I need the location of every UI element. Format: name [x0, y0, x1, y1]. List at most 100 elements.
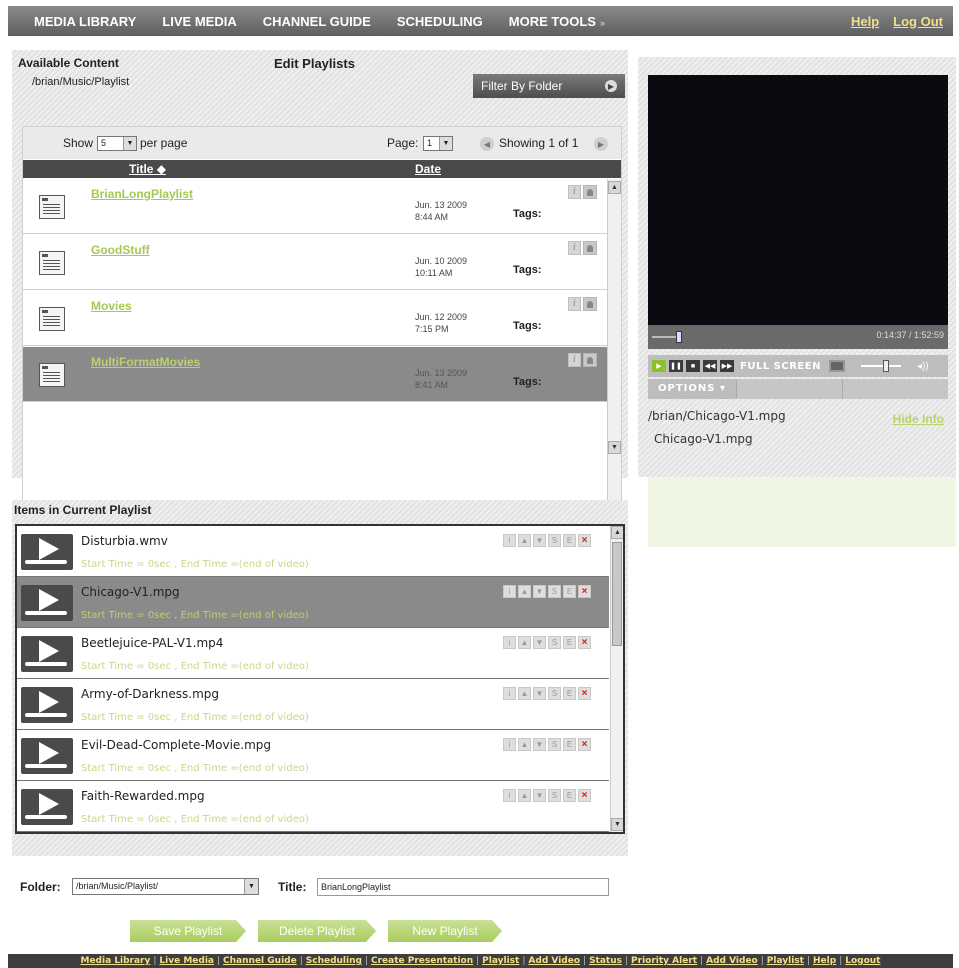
- save-playlist-button[interactable]: Save Playlist: [130, 920, 246, 942]
- footer-link-scheduling[interactable]: Scheduling: [306, 956, 362, 966]
- set-end-icon[interactable]: E: [563, 636, 576, 649]
- set-end-icon[interactable]: E: [563, 687, 576, 700]
- set-end-icon[interactable]: E: [563, 585, 576, 598]
- info-icon[interactable]: i: [568, 185, 581, 199]
- info-icon[interactable]: i: [503, 687, 516, 700]
- rewind-icon[interactable]: ◀◀: [703, 360, 717, 372]
- list-item[interactable]: Disturbia.wmv Start Time = 0sec , End Ti…: [17, 526, 609, 577]
- page-select[interactable]: 1 ▼: [423, 136, 453, 151]
- move-up-icon[interactable]: ▲: [518, 534, 531, 547]
- footer-link-channel-guide[interactable]: Channel Guide: [223, 956, 297, 966]
- table-row[interactable]: BrianLongPlaylist Jun. 13 2009 8:44 AM Ta…: [23, 179, 609, 234]
- nav-channel-guide[interactable]: CHANNEL GUIDE: [263, 14, 371, 29]
- footer-link-priority-alert[interactable]: Priority Alert: [631, 956, 697, 966]
- footer-link-live-media[interactable]: Live Media: [159, 956, 214, 966]
- move-down-icon[interactable]: ▼: [533, 534, 546, 547]
- set-start-icon[interactable]: S: [548, 585, 561, 598]
- delete-icon[interactable]: ×: [578, 636, 591, 649]
- nav-media-library[interactable]: MEDIA LIBRARY: [34, 14, 136, 29]
- info-icon[interactable]: i: [503, 636, 516, 649]
- footer-link-add-video-2[interactable]: Add Video: [706, 956, 758, 966]
- playlist-title-link[interactable]: Movies: [91, 299, 132, 313]
- nav-more-tools[interactable]: MORE TOOLS»: [509, 14, 605, 29]
- move-up-icon[interactable]: ▲: [518, 636, 531, 649]
- footer-link-logout[interactable]: Logout: [845, 956, 880, 966]
- set-start-icon[interactable]: S: [548, 738, 561, 751]
- table-row[interactable]: GoodStuff Jun. 10 2009 10:11 AM Tags: i: [23, 235, 609, 290]
- scroll-down-icon[interactable]: ▼: [611, 818, 623, 831]
- delete-icon[interactable]: ×: [578, 687, 591, 700]
- playlist-title-link[interactable]: GoodStuff: [91, 243, 150, 257]
- delete-icon[interactable]: ×: [578, 534, 591, 547]
- info-icon[interactable]: i: [503, 585, 516, 598]
- move-up-icon[interactable]: ▲: [518, 585, 531, 598]
- nav-live-media[interactable]: LIVE MEDIA: [162, 14, 236, 29]
- lock-icon[interactable]: [583, 185, 597, 199]
- footer-link-playlist-2[interactable]: Playlist: [767, 956, 804, 966]
- set-end-icon[interactable]: E: [563, 534, 576, 547]
- footer-link-playlist[interactable]: Playlist: [482, 956, 519, 966]
- info-icon[interactable]: i: [503, 738, 516, 751]
- scroll-up-icon[interactable]: ▲: [608, 181, 621, 194]
- playlist-scrollbar[interactable]: ▲ ▼: [610, 526, 623, 832]
- scroll-up-icon[interactable]: ▲: [611, 526, 623, 539]
- footer-link-status[interactable]: Status: [589, 956, 622, 966]
- move-down-icon[interactable]: ▼: [533, 789, 546, 802]
- folder-select[interactable]: /brian/Music/Playlist/ ▼: [72, 878, 259, 895]
- table-row[interactable]: Movies Jun. 12 2009 7:15 PM Tags: i: [23, 291, 609, 346]
- info-icon[interactable]: i: [568, 297, 581, 311]
- logout-link[interactable]: Log Out: [893, 14, 943, 29]
- speaker-icon[interactable]: ◂)): [917, 361, 929, 372]
- info-icon[interactable]: i: [503, 534, 516, 547]
- delete-icon[interactable]: ×: [578, 789, 591, 802]
- full-screen-button[interactable]: FULL SCREEN: [740, 361, 821, 372]
- fullscreen-icon[interactable]: [828, 360, 845, 372]
- list-item-selected[interactable]: Chicago-V1.mpg Start Time = 0sec , End T…: [17, 577, 609, 628]
- volume-handle[interactable]: [882, 360, 889, 372]
- move-up-icon[interactable]: ▲: [518, 687, 531, 700]
- per-page-select[interactable]: 5 ▼: [97, 136, 137, 151]
- list-item[interactable]: Army-of-Darkness.mpg Start Time = 0sec ,…: [17, 679, 609, 730]
- prev-page-icon[interactable]: ◀: [480, 137, 494, 151]
- nav-scheduling[interactable]: SCHEDULING: [397, 14, 483, 29]
- list-item[interactable]: Evil-Dead-Complete-Movie.mpg Start Time …: [17, 730, 609, 781]
- scroll-thumb[interactable]: [612, 542, 622, 646]
- move-down-icon[interactable]: ▼: [533, 738, 546, 751]
- move-down-icon[interactable]: ▼: [533, 687, 546, 700]
- seek-bar[interactable]: 0:14:37 / 1:52:59: [648, 325, 948, 349]
- stop-icon[interactable]: ■: [686, 360, 700, 372]
- info-icon[interactable]: i: [568, 241, 581, 255]
- hide-info-link[interactable]: Hide Info: [893, 412, 944, 426]
- table-row-selected[interactable]: MultiFormatMovies Jun. 13 2009 8:41 AM Ta…: [23, 347, 609, 402]
- set-start-icon[interactable]: S: [548, 789, 561, 802]
- set-end-icon[interactable]: E: [563, 789, 576, 802]
- move-up-icon[interactable]: ▲: [518, 738, 531, 751]
- title-column-header[interactable]: Title ◆: [129, 162, 166, 176]
- filter-by-folder-button[interactable]: Filter By Folder ▶: [473, 74, 625, 98]
- delete-icon[interactable]: ×: [578, 585, 591, 598]
- title-input[interactable]: BrianLongPlaylist: [317, 878, 609, 896]
- footer-link-create-presentation[interactable]: Create Presentation: [371, 956, 473, 966]
- delete-icon[interactable]: ×: [578, 738, 591, 751]
- table-scrollbar[interactable]: ▲ ▼: [607, 179, 621, 509]
- set-start-icon[interactable]: S: [548, 636, 561, 649]
- list-item[interactable]: Faith-Rewarded.mpg Start Time = 0sec , E…: [17, 781, 609, 832]
- scroll-down-icon[interactable]: ▼: [608, 441, 621, 454]
- seek-handle[interactable]: [676, 331, 682, 343]
- footer-link-add-video[interactable]: Add Video: [528, 956, 580, 966]
- playlist-title-link[interactable]: MultiFormatMovies: [91, 355, 200, 369]
- footer-link-media-library[interactable]: Media Library: [80, 956, 150, 966]
- set-start-icon[interactable]: S: [548, 534, 561, 547]
- lock-icon[interactable]: [583, 241, 597, 255]
- set-start-icon[interactable]: S: [548, 687, 561, 700]
- lock-icon[interactable]: [583, 353, 597, 367]
- info-icon[interactable]: i: [503, 789, 516, 802]
- move-down-icon[interactable]: ▼: [533, 636, 546, 649]
- video-screen[interactable]: [648, 75, 948, 325]
- playlist-title-link[interactable]: BrianLongPlaylist: [91, 187, 193, 201]
- date-column-header[interactable]: Date: [415, 162, 441, 176]
- lock-icon[interactable]: [583, 297, 597, 311]
- info-icon[interactable]: i: [568, 353, 581, 367]
- footer-link-help[interactable]: Help: [813, 956, 836, 966]
- options-button[interactable]: OPTIONS ▾: [648, 379, 736, 399]
